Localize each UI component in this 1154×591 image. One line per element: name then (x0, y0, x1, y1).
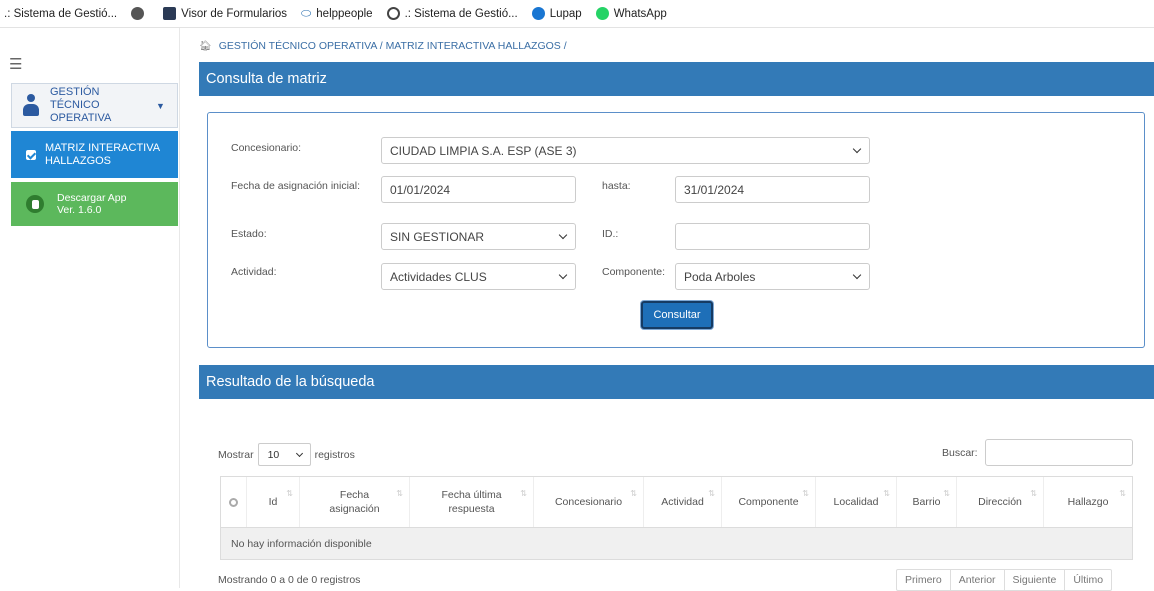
column-header-hallazgo[interactable]: Hallazgo ⇅ (1044, 477, 1132, 527)
pagination-last-button[interactable]: Último (1065, 570, 1111, 590)
breadcrumb-path[interactable]: GESTIÓN TÉCNICO OPERATIVA / MATRIZ INTER… (219, 40, 567, 52)
chrome-icon (131, 7, 145, 20)
pagination-first-button[interactable]: Primero (897, 570, 951, 590)
id-input[interactable] (675, 223, 870, 250)
actividad-select[interactable]: Actividades CLUS (381, 263, 576, 290)
breadcrumb: 🏠︎ GESTIÓN TÉCNICO OPERATIVA / MATRIZ IN… (199, 40, 567, 52)
link-icon: ⬭ (301, 6, 312, 20)
id-label: ID.: (602, 228, 619, 240)
hasta-label: hasta: (602, 180, 631, 192)
sort-icon: ⇅ (802, 489, 809, 498)
bookmarks-bar: .: Sistema de Gestió... Visor de Formula… (0, 0, 1154, 28)
results-panel-title: Resultado de la búsqueda (206, 374, 375, 390)
sort-icon: ⇅ (1030, 489, 1037, 498)
hamburger-icon[interactable]: ☰ (9, 55, 22, 73)
bookmark-sistema-gestion-2[interactable]: .: Sistema de Gestió... (386, 7, 518, 20)
fecha-inicial-input[interactable]: 01/01/2024 (381, 176, 576, 203)
bookmark-chrome[interactable] (131, 7, 149, 20)
column-header-actividad[interactable]: Actividad ⇅ (644, 477, 722, 527)
query-panel-title: Consulta de matriz (206, 71, 327, 87)
sort-icon: ⇅ (708, 489, 715, 498)
chevron-down-icon (558, 230, 568, 240)
table-header: Id ⇅ Fecha asignación ⇅ Fecha última respu… (221, 477, 1132, 528)
results-panel-header: Resultado de la búsqueda (199, 365, 1154, 399)
column-header-componente[interactable]: Componente ⇅ (722, 477, 816, 527)
estado-select[interactable]: SIN GESTIONAR (381, 223, 576, 250)
bookmark-visor-formularios[interactable]: Visor de Formularios (163, 7, 287, 20)
query-panel-header: Consulta de matriz (199, 62, 1154, 96)
sort-icon: ⇅ (1119, 489, 1126, 498)
pagination-previous-button[interactable]: Anterior (951, 570, 1005, 590)
column-header-direccion[interactable]: Dirección ⇅ (957, 477, 1044, 527)
column-header-concesionario[interactable]: Concesionario ⇅ (534, 477, 644, 527)
chevron-down-icon (852, 270, 862, 280)
column-header-barrio[interactable]: Barrio ⇅ (897, 477, 957, 527)
sidebar-item-label: MATRIZ INTERACTIVA HALLAZGOS (45, 141, 160, 167)
consultar-button[interactable]: Consultar (641, 301, 713, 329)
bookmark-helppeople[interactable]: ⬭ helppeople (301, 6, 373, 21)
owl-icon (386, 7, 400, 20)
sidebar-item-label: Descargar App Ver. 1.6.0 (57, 192, 127, 216)
chevron-down-icon (295, 449, 303, 458)
sidebar-item-matriz-interactiva[interactable]: MATRIZ INTERACTIVA HALLAZGOS (11, 131, 178, 178)
sort-icon: ⇅ (396, 489, 403, 498)
search-label: Buscar: (942, 447, 978, 459)
bookmark-lupap[interactable]: Lupap (531, 7, 582, 20)
componente-label: Componente: (602, 266, 666, 278)
results-table: Id ⇅ Fecha asignación ⇅ Fecha última respu… (220, 476, 1133, 560)
actividad-label: Actividad: (231, 266, 277, 278)
chevron-down-icon: ▼ (156, 100, 165, 111)
whatsapp-icon (595, 7, 609, 20)
chevron-down-icon (852, 144, 862, 154)
bookmark-sistema-gestion-1[interactable]: .: Sistema de Gestió... (4, 8, 117, 20)
concesionario-label: Concesionario: (231, 142, 302, 154)
globe-icon (531, 7, 545, 20)
concesionario-select[interactable]: CIUDAD LIMPIA S.A. ESP (ASE 3) (381, 137, 870, 164)
estado-label: Estado: (231, 228, 267, 240)
query-form: Concesionario: CIUDAD LIMPIA S.A. ESP (A… (207, 112, 1145, 348)
sort-icon: ⇅ (943, 489, 950, 498)
sidebar-group-gestion-tecnico[interactable]: GESTIÓN TÉCNICO OPERATIVA ▼ (11, 83, 178, 128)
select-column-header[interactable] (221, 477, 247, 527)
page-length-select[interactable]: 10 (257, 443, 311, 466)
sort-icon: ⇅ (286, 489, 293, 498)
home-icon[interactable]: 🏠︎ (199, 41, 212, 52)
column-header-localidad[interactable]: Localidad ⇅ (816, 477, 897, 527)
sort-icon: ⇅ (520, 489, 527, 498)
column-header-id[interactable]: Id ⇅ (247, 477, 300, 527)
person-icon (22, 93, 40, 118)
pagination-next-button[interactable]: Siguiente (1005, 570, 1066, 590)
search-input[interactable] (985, 439, 1133, 466)
bookmark-whatsapp[interactable]: WhatsApp (595, 7, 667, 20)
sidebar: ☰ GESTIÓN TÉCNICO OPERATIVA ▼ MATRIZ INT… (0, 28, 180, 588)
column-header-fecha-asignacion[interactable]: Fecha asignación ⇅ (300, 477, 410, 527)
page-length-control: Mostrar 10 registros (218, 443, 355, 466)
sidebar-group-label: GESTIÓN TÉCNICO OPERATIVA (50, 86, 112, 124)
table-info: Mostrando 0 a 0 de 0 registros (218, 574, 361, 586)
table-row-empty: No hay información disponible (221, 528, 1132, 559)
sort-icon: ⇅ (883, 489, 890, 498)
sort-icon: ⇅ (630, 489, 637, 498)
componente-select[interactable]: Poda Arboles (675, 263, 870, 290)
checkbox-icon (26, 149, 36, 160)
android-icon (26, 195, 44, 213)
radio-icon (229, 497, 238, 507)
sidebar-item-descargar-app[interactable]: Descargar App Ver. 1.6.0 (11, 182, 178, 226)
document-icon (163, 7, 177, 20)
fecha-hasta-input[interactable]: 31/01/2024 (675, 176, 870, 203)
column-header-fecha-ultima-respuesta[interactable]: Fecha última respuesta ⇅ (410, 477, 534, 527)
fecha-asignacion-label: Fecha de asignación inicial: (231, 180, 360, 192)
chevron-down-icon (558, 270, 568, 280)
